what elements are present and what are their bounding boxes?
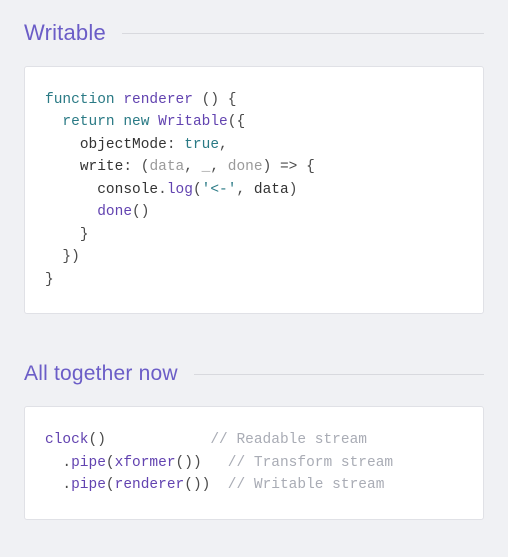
call-parens: () xyxy=(176,455,193,471)
brace-close: } xyxy=(45,272,54,288)
heading-row: All together now xyxy=(24,342,484,406)
close-paren: ) xyxy=(193,455,202,471)
section-heading: Writable xyxy=(24,20,106,46)
class-writable: Writable xyxy=(158,114,228,130)
comment-writable: // Writable stream xyxy=(228,477,385,493)
call-parens: () xyxy=(132,204,149,220)
section-all-together: All together now clock() // Readable str… xyxy=(0,342,508,519)
fn-clock: clock xyxy=(45,432,89,448)
arg-data: data xyxy=(254,182,289,198)
brace-close: }) xyxy=(62,249,79,265)
fn-renderer: renderer xyxy=(115,477,185,493)
comment-transform: // Transform stream xyxy=(228,455,393,471)
comma: , xyxy=(184,159,193,175)
bool-true: true xyxy=(184,137,219,153)
colon: : xyxy=(123,159,132,175)
heading-rule xyxy=(122,33,484,34)
keyword-function: function xyxy=(45,92,115,108)
heading-rule xyxy=(194,374,484,375)
comma: , xyxy=(210,159,219,175)
open-paren: ( xyxy=(193,182,202,198)
param-data: data xyxy=(149,159,184,175)
punc: () { xyxy=(193,92,237,108)
fn-log: log xyxy=(167,182,193,198)
keyword-return: return xyxy=(62,114,114,130)
fn-done: done xyxy=(97,204,132,220)
pad xyxy=(210,477,227,493)
open-paren: ( xyxy=(106,455,115,471)
code-block-together: clock() // Readable stream .pipe(xformer… xyxy=(24,406,484,519)
call-parens: () xyxy=(184,477,201,493)
brace: { xyxy=(306,159,315,175)
comma: , xyxy=(219,137,228,153)
dot: . xyxy=(62,455,71,471)
dot: . xyxy=(158,182,167,198)
section-gap xyxy=(0,314,508,342)
param-done: done xyxy=(228,159,263,175)
close-paren: ) xyxy=(263,159,272,175)
close-paren: ) xyxy=(289,182,298,198)
keyword-new: new xyxy=(123,114,149,130)
section-heading: All together now xyxy=(24,362,178,386)
prop-write: write xyxy=(80,159,124,175)
open-paren: ( xyxy=(106,477,115,493)
string-arrow: '<-' xyxy=(202,182,237,198)
heading-row: Writable xyxy=(24,0,484,66)
prop-objectmode: objectMode xyxy=(80,137,167,153)
comma: , xyxy=(236,182,245,198)
call-parens: () xyxy=(89,432,106,448)
fn-renderer: renderer xyxy=(123,92,193,108)
obj-console: console xyxy=(97,182,158,198)
punc: ({ xyxy=(228,114,245,130)
arrow: => xyxy=(280,159,297,175)
code-block-writable: function renderer () { return new Writab… xyxy=(24,66,484,314)
dot: . xyxy=(62,477,71,493)
pad xyxy=(106,432,210,448)
fn-pipe: pipe xyxy=(71,455,106,471)
fn-xformer: xformer xyxy=(115,455,176,471)
pad xyxy=(202,455,228,471)
brace-close: } xyxy=(80,227,89,243)
colon: : xyxy=(167,137,176,153)
section-writable: Writable function renderer () { return n… xyxy=(0,0,508,314)
fn-pipe: pipe xyxy=(71,477,106,493)
comment-readable: // Readable stream xyxy=(210,432,367,448)
